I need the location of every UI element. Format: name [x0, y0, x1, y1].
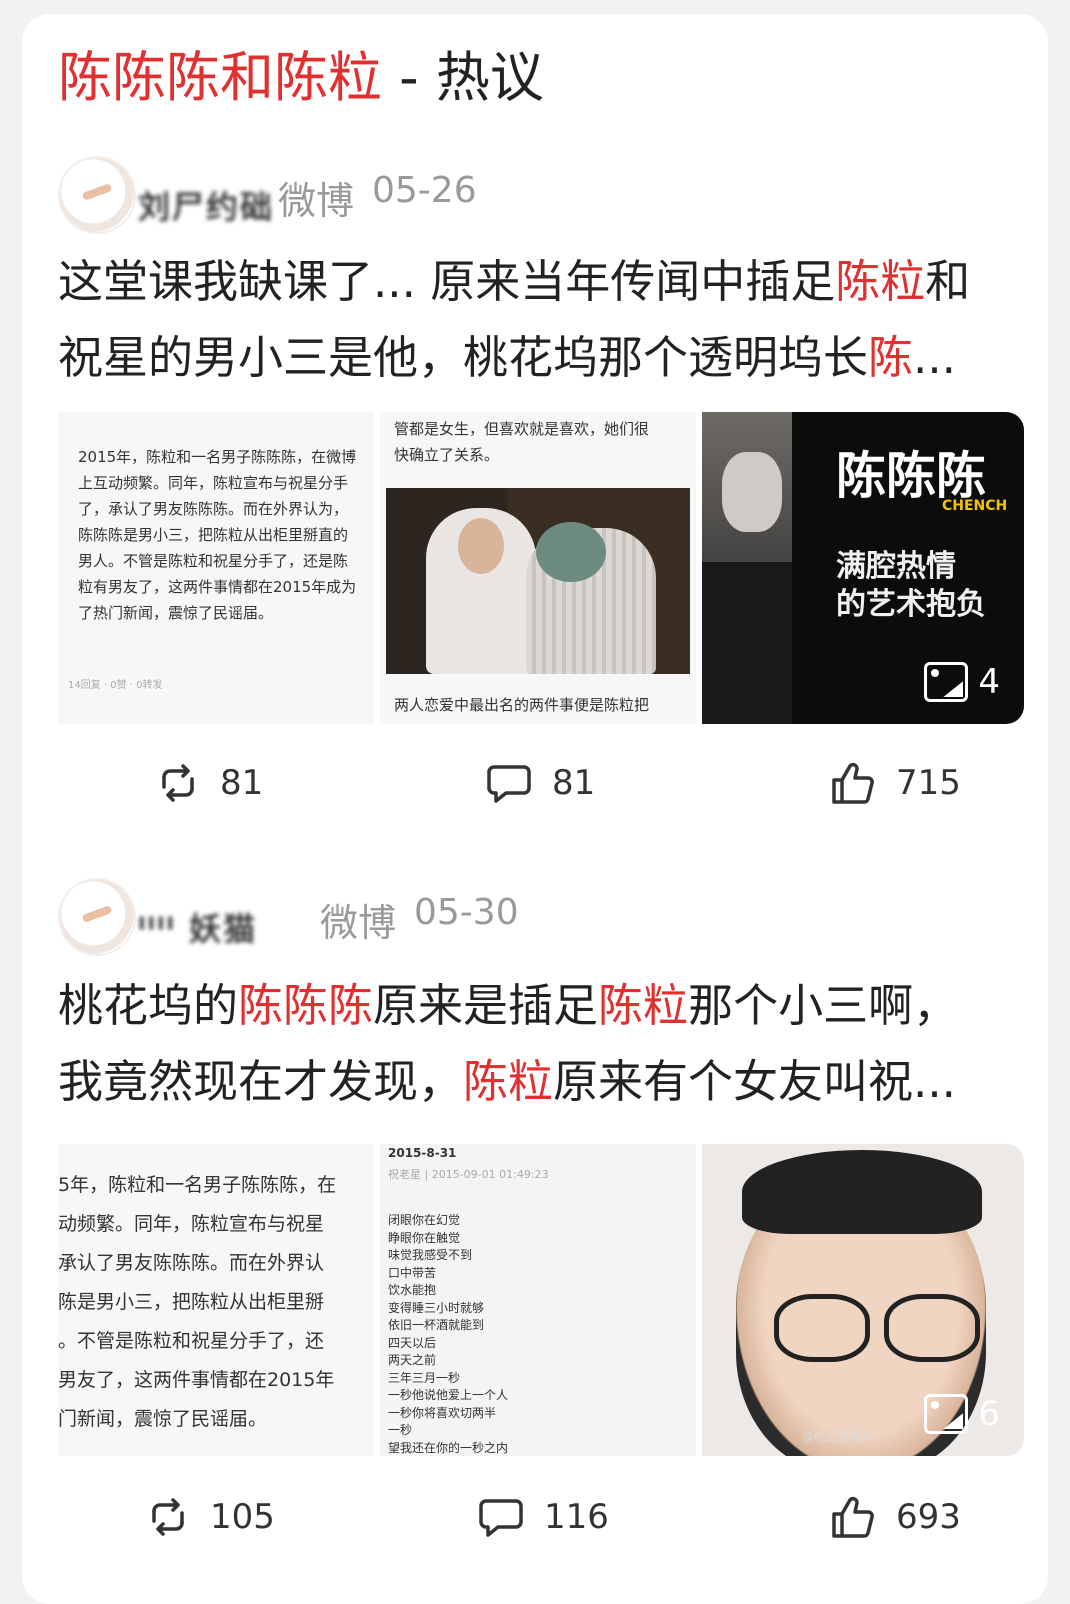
avatar[interactable]	[58, 878, 136, 956]
like-button[interactable]: 693	[830, 1482, 961, 1552]
poster-subtitle: CHENCH	[942, 498, 1008, 514]
user-name[interactable]: 刘尸约础	[138, 182, 274, 228]
post-date: 05-30	[414, 892, 519, 933]
document-date: 2015-8-31	[388, 1146, 457, 1160]
document-text: 5年，陈粒和一名男子陈陈陈，在 动频繁。同年，陈粒宣布与祝星 承认了男友陈陈陈。…	[58, 1174, 337, 1430]
document-text: 2015年，陈粒和一名男子陈陈陈，在微博 上互动频繁。同年，陈粒宣布与祝星分手 …	[78, 448, 357, 622]
poster-text: 满腔热情 的艺术抱负	[836, 549, 986, 622]
highlight-keyword[interactable]: 陈	[868, 331, 913, 384]
image-thumbnail[interactable]: 2015-8-31 祝老星 | 2015-09-01 01:49:23 闭眼你在…	[380, 1144, 696, 1456]
repost-icon	[152, 1498, 184, 1536]
post-text[interactable]: 桃花坞的陈陈陈原来是插足陈粒那个小三啊， 我竟然现在才发现，陈粒原来有个女友叫祝…	[58, 968, 1008, 1120]
comment-count: 81	[552, 763, 596, 803]
comment-count: 116	[544, 1497, 609, 1537]
document-meta: 祝老星 | 2015-09-01 01:49:23	[388, 1168, 549, 1181]
action-bar: 81 81 715	[58, 748, 1024, 818]
action-bar: 105 116 693	[58, 1482, 1024, 1552]
comment-icon	[479, 1499, 523, 1537]
repost-button[interactable]: 105	[146, 1482, 275, 1552]
image-grid: 2015年，陈粒和一名男子陈陈陈，在微博 上互动频繁。同年，陈粒宣布与祝星分手 …	[58, 412, 1024, 724]
comment-button[interactable]: 81	[486, 748, 595, 818]
image-gallery-icon	[924, 662, 969, 702]
highlight-keyword[interactable]: 陈粒	[463, 1055, 553, 1108]
document-meta: 14回复 · 0赞 · 0转发	[68, 680, 163, 691]
comment-icon	[487, 765, 531, 803]
image-grid: 5年，陈粒和一名男子陈陈陈，在 动频繁。同年，陈粒宣布与祝星 承认了男友陈陈陈。…	[58, 1144, 1024, 1456]
post-text-line: 我竟然现在才发现，陈粒原来有个女友叫祝...	[58, 1055, 956, 1108]
post-text-line: 祝星的男小三是他，桃花坞那个透明坞长陈...	[58, 320, 1008, 396]
highlight-keyword[interactable]: 陈粒	[835, 255, 925, 308]
image-thumbnail[interactable]: 2015年，陈粒和一名男子陈陈陈，在微博 上互动频繁。同年，陈粒宣布与祝星分手 …	[58, 412, 374, 724]
post-date: 05-26	[372, 170, 477, 211]
image-thumbnail[interactable]: 陈陈陈 CHENCH 满腔热情 的艺术抱负 4	[702, 412, 1024, 724]
post-text-line: 这堂课我缺课了... 原来当年传闻中插足陈粒和	[58, 244, 1008, 320]
post-header: ᴵᴵᴵᴵ 妖猫 微博 05-30	[58, 878, 998, 958]
repost-count: 81	[220, 763, 264, 803]
image-count: 4	[978, 662, 1000, 702]
image-count-badge[interactable]: 4	[924, 662, 1000, 702]
image-count-badge[interactable]: 6	[924, 1394, 1000, 1434]
highlight-keyword[interactable]: 陈粒	[598, 979, 688, 1032]
poem-text: 闭眼你在幻觉 睁眼你在触觉 味觉我感受不到 口中带苦 饮水能抱 变得睡三小时就够…	[388, 1213, 509, 1455]
text-segment: 这堂课我缺课了... 原来当年传闻中插足	[58, 255, 836, 308]
text-segment: 祝星的男小三是他，桃花坞那个透明坞长	[58, 331, 869, 384]
repost-icon	[162, 764, 194, 802]
repost-button[interactable]: 81	[156, 748, 263, 818]
watermark: @吃瓜君爆料	[802, 1430, 875, 1444]
highlight-keyword[interactable]: 陈陈陈	[238, 979, 373, 1032]
post-text[interactable]: 这堂课我缺课了... 原来当年传闻中插足陈粒和 祝星的男小三是他，桃花坞那个透明…	[58, 244, 1008, 396]
text-segment: ...	[913, 331, 956, 384]
comment-button[interactable]: 116	[478, 1482, 609, 1552]
source-label: 微博	[278, 179, 355, 223]
avatar[interactable]	[58, 156, 136, 234]
thumbs-up-icon	[832, 1496, 874, 1538]
document-text: 管都是女生，但喜欢就是喜欢，她们很 快确立了关系。	[394, 420, 650, 464]
like-button[interactable]: 715	[830, 748, 961, 818]
document-text: 两人恋爱中最出名的两件事便是陈粒把	[394, 696, 650, 714]
title-highlight[interactable]: 陈陈陈和陈粒	[58, 46, 382, 109]
page-title: 陈陈陈和陈粒 - 热议	[58, 38, 544, 118]
like-count: 715	[896, 763, 961, 803]
repost-count: 105	[210, 1497, 275, 1537]
image-thumbnail[interactable]: @吃瓜君爆料 6	[702, 1144, 1024, 1456]
source-label: 微博	[320, 901, 397, 945]
post-header: 刘尸约础 微博 05-26	[58, 156, 998, 236]
image-thumbnail[interactable]: 5年，陈粒和一名男子陈陈陈，在 动频繁。同年，陈粒宣布与祝星 承认了男友陈陈陈。…	[58, 1144, 374, 1456]
user-name[interactable]: ᴵᴵᴵᴵ 妖猫	[138, 904, 257, 950]
text-segment: 和	[925, 255, 971, 308]
title-suffix: - 热议	[382, 46, 544, 109]
couple-photo	[386, 488, 690, 674]
image-gallery-icon	[924, 1394, 969, 1434]
image-count: 6	[978, 1394, 1000, 1434]
thumbs-up-icon	[832, 762, 874, 804]
like-count: 693	[896, 1497, 961, 1537]
side-photo	[702, 412, 792, 724]
image-thumbnail[interactable]: 管都是女生，但喜欢就是喜欢，她们很 快确立了关系。 两人恋爱中最出名的两件事便是…	[380, 412, 696, 724]
post-text-line: 桃花坞的陈陈陈原来是插足陈粒那个小三啊，	[58, 979, 959, 1032]
